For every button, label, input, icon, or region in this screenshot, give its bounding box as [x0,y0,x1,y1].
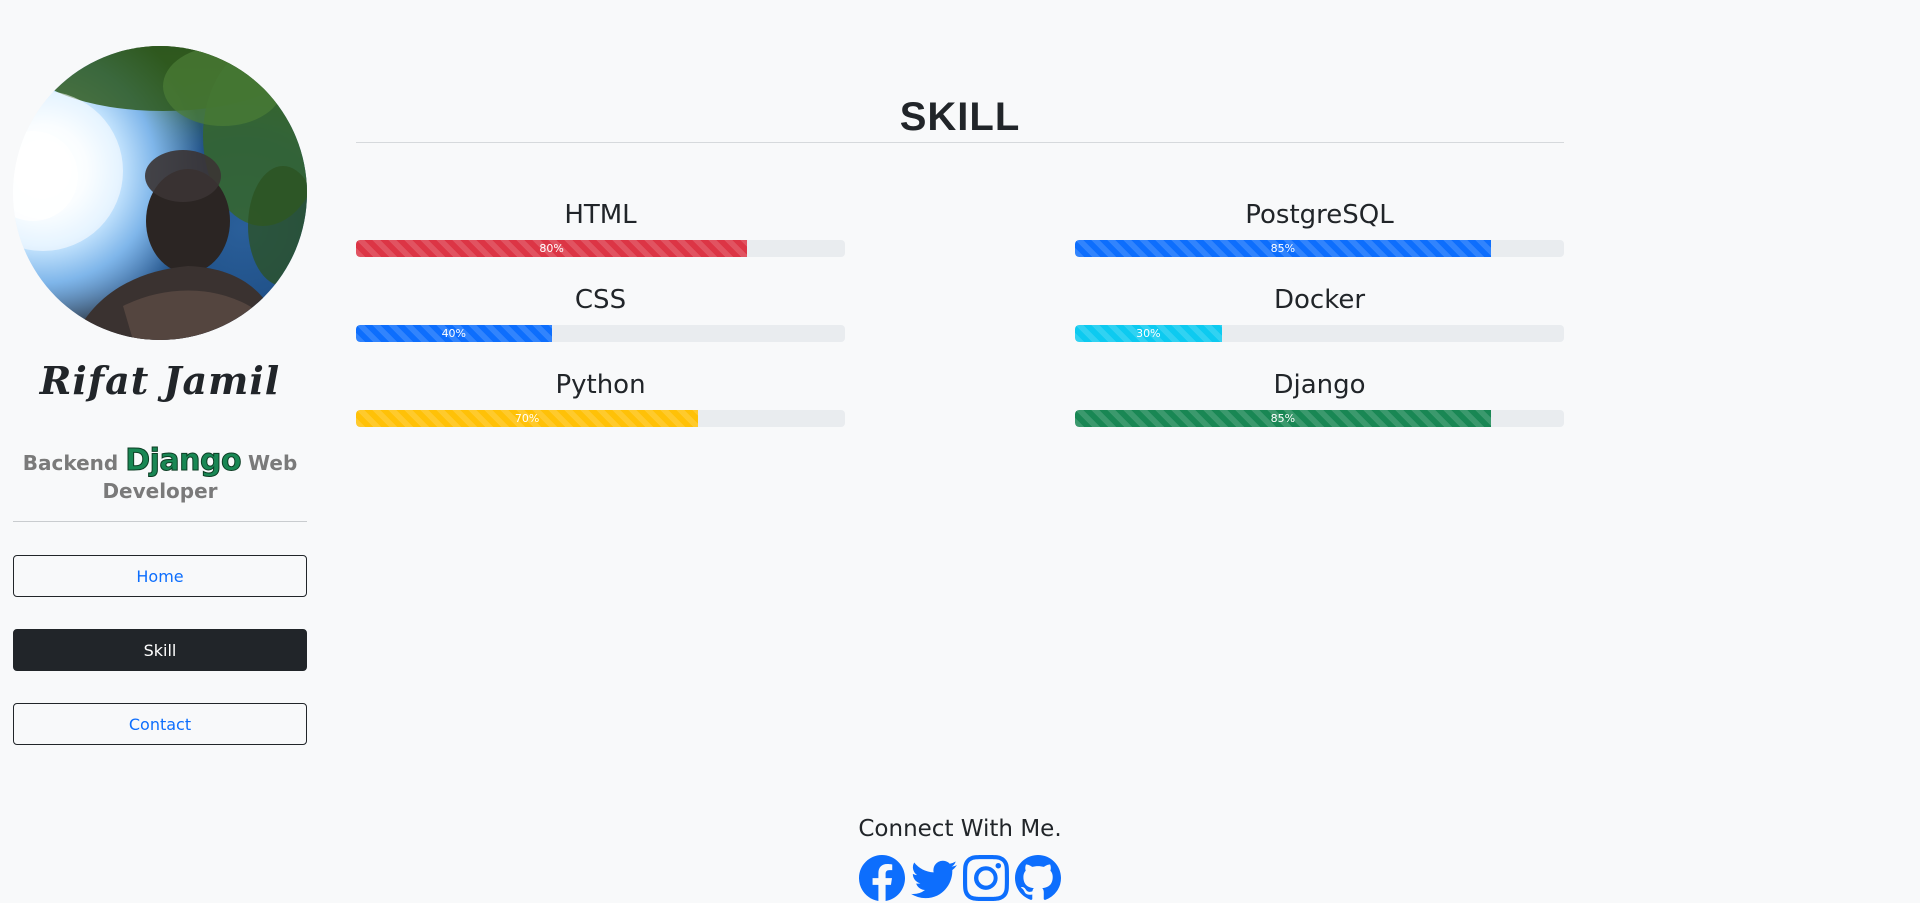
nav-skill-button[interactable]: Skill [13,629,307,671]
progress-bar: 70% [356,410,699,427]
skill-name: Django [1273,370,1366,400]
sidebar: Rifat Jamil Backend Django Web Developer… [13,46,307,745]
progress-bar: 80% [356,240,748,257]
nav-home-button[interactable]: Home [13,555,307,597]
connect-heading: Connect With Me. [858,816,1062,842]
progress-bar: 85% [1075,240,1491,257]
progress-bar: 85% [1075,410,1491,427]
avatar-photo [13,46,307,340]
tagline: Backend Django Web Developer [13,445,307,505]
skill-name: Python [555,370,646,400]
twitter-icon[interactable] [910,854,958,902]
page-title: SKILL [899,95,1021,139]
title-divider [356,142,1564,143]
progress-track: 80% [356,240,845,257]
skill-item: CSS 40% [356,284,845,342]
skills-grid: HTML 80% PostgreSQL 85% CSS 40% Docker 3… [356,199,1564,427]
facebook-icon[interactable] [858,854,906,902]
progress-track: 85% [1075,410,1564,427]
skill-item: PostgreSQL 85% [1075,199,1564,257]
progress-track: 70% [356,410,845,427]
skill-item: Python 70% [356,369,845,427]
progress-track: 85% [1075,240,1564,257]
social-links [858,854,1062,902]
skill-item: Django 85% [1075,369,1564,427]
main-content: SKILL HTML 80% PostgreSQL 85% CSS 40% Do… [356,92,1564,427]
page: Rifat Jamil Backend Django Web Developer… [0,0,1920,903]
sidebar-divider [13,521,307,522]
skill-name: Docker [1273,285,1366,315]
progress-bar: 30% [1075,325,1222,342]
github-icon[interactable] [1014,854,1062,902]
instagram-icon[interactable] [962,854,1010,902]
profile-name: Rifat Jamil [39,358,281,403]
skill-name: HTML [564,200,637,230]
progress-track: 40% [356,325,845,342]
tagline-brand: Django [125,443,242,478]
skill-name: PostgreSQL [1245,200,1394,230]
nav-contact-button[interactable]: Contact [13,703,307,745]
tagline-prefix: Backend [22,451,119,475]
skill-item: Docker 30% [1075,284,1564,342]
skill-item: HTML 80% [356,199,845,257]
skill-name: CSS [574,285,627,315]
progress-track: 30% [1075,325,1564,342]
avatar [13,46,307,340]
footer: Connect With Me. [0,814,1920,902]
progress-bar: 40% [356,325,552,342]
